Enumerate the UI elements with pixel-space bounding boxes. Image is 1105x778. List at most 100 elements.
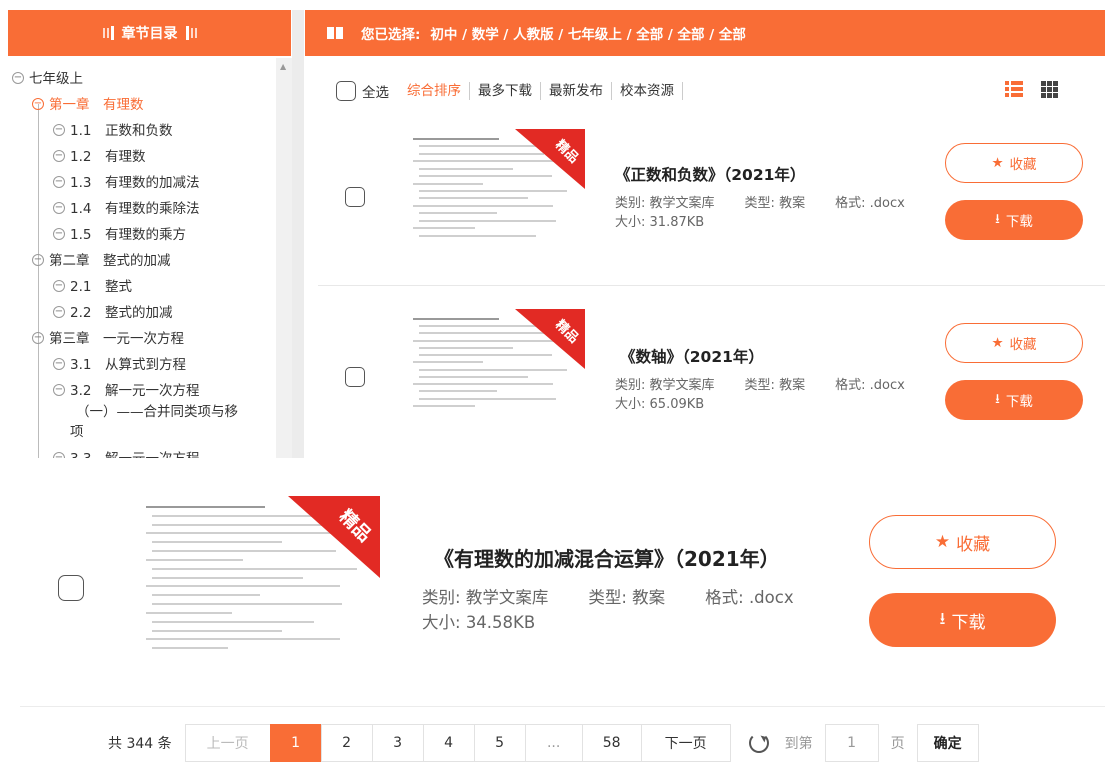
tree-node-label[interactable]: 3.2 解一元一次方程 [70, 378, 199, 404]
collapse-toggle-icon[interactable]: − [53, 228, 65, 240]
item-title[interactable]: 《数轴》（2021年） [620, 345, 764, 367]
sidebar-title: 章节目录 [121, 26, 178, 42]
tree-node[interactable]: − 第三章 一元一次方程 [12, 326, 280, 352]
page-5-button[interactable]: 5 [473, 724, 526, 762]
item-title[interactable]: 《有理数的加减混合运算》（2021年） [434, 543, 780, 572]
thumbnail-text-line [419, 167, 513, 170]
select-all-checkbox[interactable] [336, 81, 356, 101]
thumbnail-text-line [413, 182, 483, 185]
tree-node-label[interactable]: 1.2 有理数 [70, 144, 145, 170]
item-checkbox[interactable] [58, 575, 84, 601]
collapse-toggle-icon[interactable]: − [53, 452, 65, 458]
page-number-input[interactable] [824, 724, 879, 762]
thumbnail-text-line [152, 594, 260, 597]
category-label: 类别: [615, 196, 646, 211]
item-checkbox[interactable] [345, 187, 365, 207]
tree-node[interactable]: −3.2 解一元一次方程 [12, 378, 280, 404]
size-label: 大小: [422, 613, 461, 632]
premium-ribbon: 精品 [288, 496, 380, 578]
category-value: 教学文案库 [649, 378, 715, 393]
tree-node[interactable]: −3.1 从算式到方程 [12, 352, 280, 378]
category-label: 类别: [422, 588, 461, 607]
download-button[interactable]: ⭳ 下载 [945, 200, 1083, 240]
tree-node-label[interactable]: 2.1 整式 [70, 274, 132, 300]
thumbnail-text-line [413, 204, 553, 207]
collapse-toggle-icon[interactable]: − [53, 176, 65, 188]
sort-newest[interactable]: 最新发布 [541, 82, 612, 100]
sort-comprehensive[interactable]: 综合排序 [399, 82, 470, 100]
download-button[interactable]: ⭳ 下载 [945, 380, 1083, 420]
favorite-button[interactable]: ★ 收藏 [945, 143, 1083, 183]
total-count: 共 344 条 [108, 736, 172, 752]
tree-node[interactable]: −1.3 有理数的加减法 [12, 170, 280, 196]
item-checkbox[interactable] [345, 367, 365, 387]
collapse-toggle-icon[interactable]: − [53, 202, 65, 214]
sort-school-resources[interactable]: 校本资源 [612, 82, 683, 100]
tree-node-label[interactable]: 2.2 整式的加减 [70, 300, 172, 326]
next-page-button[interactable]: 下一页 [640, 724, 731, 762]
page-58-button[interactable]: 58 [581, 724, 642, 762]
collapse-toggle-icon[interactable]: − [53, 280, 65, 292]
thumbnail-text-line [419, 212, 497, 215]
type-label: 类型: [588, 588, 627, 607]
tree-node-label[interactable]: 第二章 整式的加减 [49, 248, 171, 274]
tree-node[interactable]: −1.1 正数和负数 [12, 118, 280, 144]
tree-node-label[interactable]: 第三章 一元一次方程 [49, 326, 184, 352]
format-label: 格式: [835, 196, 866, 211]
header-decoration-right [185, 26, 197, 40]
collapse-toggle-icon[interactable]: − [32, 98, 44, 110]
sidebar-scrollbar[interactable]: ▲ [276, 58, 292, 458]
collapse-toggle-icon[interactable]: − [53, 358, 65, 370]
tree-node-label[interactable]: 1.1 正数和负数 [70, 118, 172, 144]
refresh-icon[interactable] [748, 733, 769, 753]
list-view-icon[interactable] [1005, 81, 1023, 97]
tree-node[interactable]: − 第二章 整式的加减 [12, 248, 280, 274]
tree-node[interactable]: − 第一章 有理数 [12, 92, 280, 118]
tree-node[interactable]: −1.4 有理数的乘除法 [12, 196, 280, 222]
tree-node-label[interactable]: 七年级上 [29, 66, 83, 92]
prev-page-button[interactable]: 上一页 [184, 724, 271, 762]
thumbnail-text-line [152, 541, 282, 544]
size-value: 31.87KB [649, 215, 705, 230]
tree-node[interactable]: −2.1 整式 [12, 274, 280, 300]
item-title[interactable]: 《正数和负数》（2021年） [615, 163, 805, 185]
tree-node[interactable]: − 七年级上 [12, 66, 280, 92]
scroll-up-icon[interactable]: ▲ [280, 62, 286, 71]
tree-node[interactable]: −1.5 有理数的乘方 [12, 222, 280, 248]
collapse-toggle-icon[interactable]: − [53, 124, 65, 136]
tree-node-label[interactable]: 第一章 有理数 [49, 92, 144, 118]
tree-node[interactable]: −3.3 解一元一次方程 [12, 446, 280, 458]
collapse-toggle-icon[interactable]: − [32, 254, 44, 266]
tree-node-subtitle[interactable]: （一）——合并同类项与移项 [12, 404, 280, 446]
tree-node-label[interactable]: 1.4 有理数的乘除法 [70, 196, 199, 222]
collapse-toggle-icon[interactable]: − [53, 384, 65, 396]
tree-node-label[interactable]: 3.1 从算式到方程 [70, 352, 186, 378]
favorite-button[interactable]: ★ 收藏 [945, 323, 1083, 363]
download-icon: ⭳ [939, 608, 946, 629]
breadcrumb: 您已选择: 初中 / 数学 / 人教版 / 七年级上 / 全部 / 全部 / 全… [305, 10, 1105, 56]
collapse-toggle-icon[interactable]: − [53, 306, 65, 318]
tree-node[interactable]: −2.2 整式的加减 [12, 300, 280, 326]
tree-node-label[interactable]: 1.3 有理数的加减法 [70, 170, 199, 196]
favorite-button[interactable]: ★ 收藏 [869, 515, 1056, 569]
page-1-button[interactable]: 1 [269, 724, 322, 762]
collapse-toggle-icon[interactable]: − [53, 150, 65, 162]
collapse-toggle-icon[interactable]: − [12, 72, 24, 84]
breadcrumb-prefix: 您已选择: [361, 27, 421, 43]
thumbnail-text-line [419, 234, 536, 237]
grid-view-icon[interactable] [1041, 81, 1058, 98]
confirm-button[interactable]: 确定 [916, 724, 979, 762]
download-button[interactable]: ⭳ 下载 [869, 593, 1056, 647]
tree-node-label[interactable]: 1.5 有理数的乘方 [70, 222, 186, 248]
page-2-button[interactable]: 2 [320, 724, 373, 762]
thumbnail-text-line [413, 361, 483, 364]
tree-node[interactable]: −1.2 有理数 [12, 144, 280, 170]
sort-most-downloads[interactable]: 最多下载 [470, 82, 541, 100]
item-meta-row2: 大小: 65.09KB [615, 393, 704, 412]
page-4-button[interactable]: 4 [422, 724, 475, 762]
page-3-button[interactable]: 3 [371, 724, 424, 762]
page-ellipsis: ... [524, 724, 583, 762]
tree-node-label[interactable]: 3.3 解一元一次方程 [70, 446, 199, 458]
collapse-toggle-icon[interactable]: − [32, 332, 44, 344]
select-all-label[interactable]: 全选 [362, 81, 389, 101]
